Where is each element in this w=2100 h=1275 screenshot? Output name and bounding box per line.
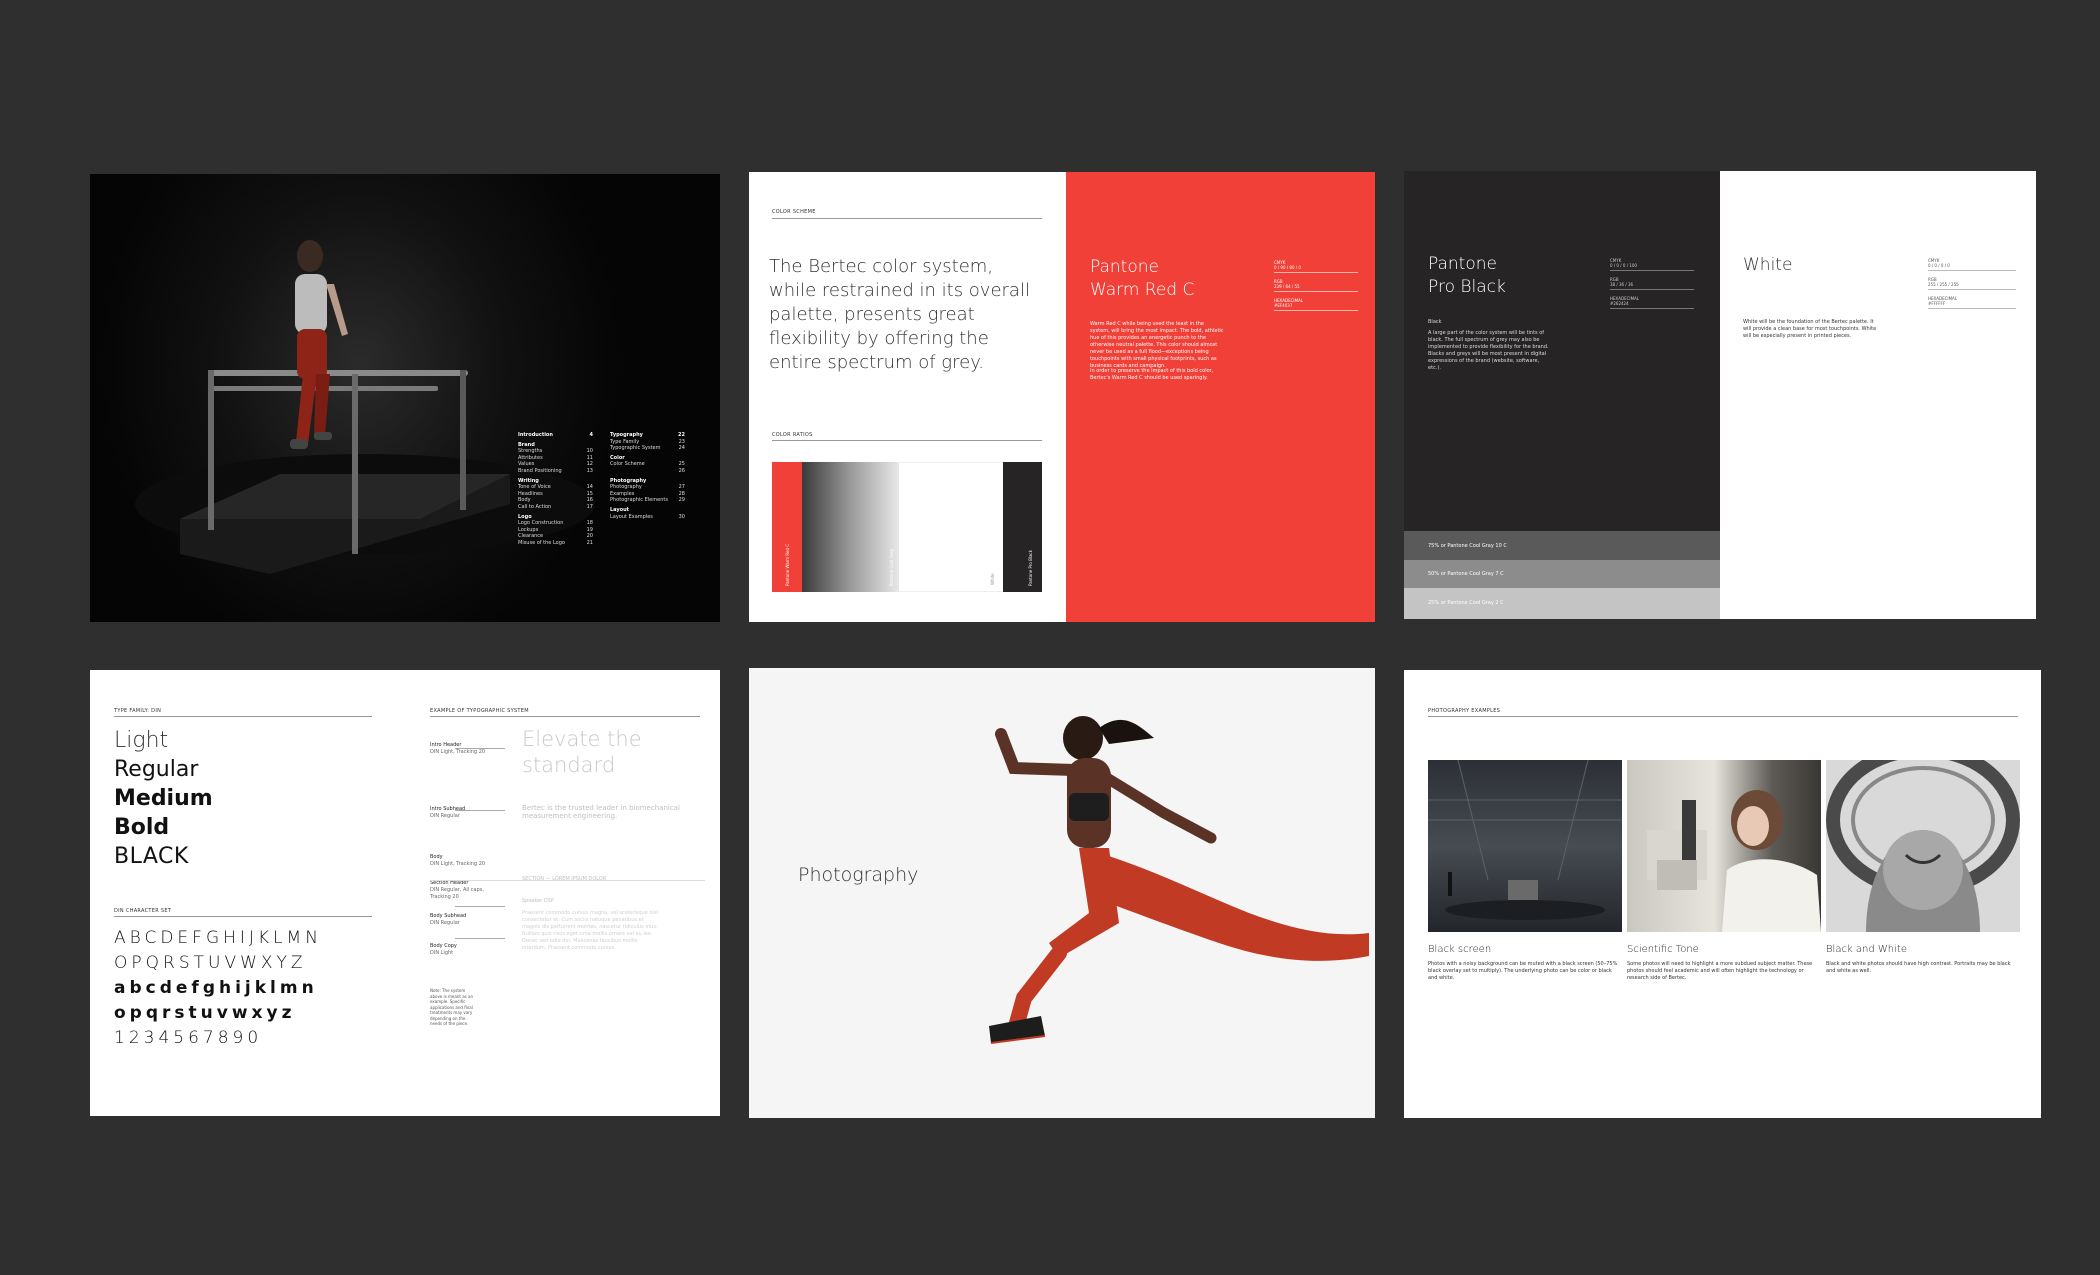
toc-item[interactable]: Attributes 11 — [518, 455, 593, 462]
warm-red-panel: Pantone Warm Red C Warm Red C while bein… — [1066, 172, 1375, 622]
toc-item[interactable]: Layout — [610, 507, 685, 514]
toc-item[interactable]: Brand Positioning 13 — [518, 468, 593, 475]
toc-item[interactable]: Logo Construction 18 — [518, 520, 593, 527]
white-spec-list: CMYK 0 / 0 / 0 / 0 RGB 255 / 255 / 255 H… — [1928, 258, 2016, 309]
swatch-red: Pantone Warm Red C — [772, 462, 802, 592]
treadmill-athlete-photo — [135, 240, 595, 574]
section-label: COLOR SCHEME — [772, 209, 816, 215]
divider — [772, 218, 1042, 219]
toc-item[interactable]: Photography — [610, 478, 685, 485]
toc-item[interactable]: Strengths 10 — [518, 448, 593, 455]
section-label: TYPE FAMILY: DIN — [114, 708, 162, 714]
toc-item[interactable]: Call to Action 17 — [518, 504, 593, 511]
connector — [455, 810, 505, 811]
toc-item[interactable]: Logo — [518, 514, 593, 521]
toc-column-1: Introduction 4 Brand Strengths 10 Attribut… — [518, 432, 593, 547]
red-body-2: In order to preserve the impact of this … — [1090, 368, 1214, 381]
toc-item[interactable]: Misuse of the Logo 21 — [518, 540, 593, 547]
black-screen-photo — [1428, 759, 1622, 932]
divider — [772, 440, 1042, 441]
intro-statement: The Bertec color system, while restraine… — [769, 256, 1030, 373]
color-scheme-page: COLOR SCHEME The Bertec color system, wh… — [749, 172, 1375, 622]
system-row-labels: Intro Header DIN Light, Tracking 20 Intr… — [430, 742, 486, 956]
typography-page: TYPE FAMILY: DIN Light Regular Medium Bo… — [90, 670, 720, 1116]
toc-item[interactable]: Type Family 23 — [610, 439, 685, 446]
microscope-scene — [1647, 790, 1821, 932]
toc-item[interactable]: Photography 27 — [610, 484, 685, 491]
black-spec-list: CMYK 0 / 0 / 0 / 100 RGB 38 / 36 / 36 HE… — [1610, 258, 1694, 309]
photography-divider-page: Photography — [749, 668, 1375, 1118]
red-spec-list: CMYK 0 / 90 / 80 / 0 RGB 239 / 64 / 55 H… — [1274, 260, 1358, 311]
black-and-white-photo — [1826, 743, 2020, 932]
system-note: Note: The system above is meant as an ex… — [430, 988, 473, 1026]
toc-column-2: Typography 22 Type Family 23 Typographic S… — [610, 432, 685, 520]
charset: ABCDEFGHIJKLMN OPQRSTUVWXYZ abcdefghijkl… — [114, 928, 322, 1048]
charset-label: DIN CHARACTER SET — [114, 908, 172, 914]
toc-item[interactable]: Body 16 — [518, 497, 593, 504]
example-header: Elevate the standard — [522, 727, 642, 777]
toc-item[interactable]: 26 — [610, 468, 685, 475]
red-title: Pantone Warm Red C — [1090, 257, 1195, 300]
swatch-grey: Pantone Cool Grey — [802, 462, 899, 592]
divider — [114, 716, 372, 717]
black-sub: Black — [1428, 319, 1442, 325]
toc-item[interactable]: Color — [610, 455, 685, 462]
ratios-label: COLOR RATIOS — [772, 432, 813, 438]
toc-item[interactable]: Photographic Elements 29 — [610, 497, 685, 504]
tint-50: 50% or Pantone Cool Gray 7 C — [1404, 560, 1720, 588]
pro-black-page: Pantone Pro Black Black A large part of … — [1404, 171, 2036, 619]
white-body: White will be the foundation of the Bert… — [1743, 319, 1877, 339]
example-body: Praesent commodo cursus magna, vel scele… — [522, 910, 658, 951]
scientific-tone-photo — [1627, 760, 1821, 932]
tint-75: 75% or Pantone Cool Gray 10 C — [1404, 531, 1720, 560]
sprinter-photo — [989, 716, 1369, 1044]
example-subhead: Bertec is the trusted leader in biomecha… — [522, 804, 680, 820]
divider — [1428, 716, 2018, 717]
red-body: Warm Red C while being used the least in… — [1090, 321, 1224, 369]
toc-item[interactable]: Lockups 19 — [518, 527, 593, 534]
system-label: EXAMPLE OF TYPOGRAPHIC SYSTEM — [430, 708, 529, 714]
cover-page: Introduction 4 Brand Strengths 10 Attribut… — [90, 174, 720, 622]
white-title: White — [1743, 255, 1793, 275]
connector — [455, 748, 505, 749]
toc-item[interactable]: Clearance 20 — [518, 533, 593, 540]
divider — [114, 916, 372, 917]
toc-item[interactable]: Color Scheme 25 — [610, 461, 685, 468]
toc-item[interactable]: Tone of Voice 14 — [518, 484, 593, 491]
example-section: SECTION — LOREM IPSUM DOLOR — [522, 876, 607, 882]
toc-item[interactable]: Typography 22 — [610, 432, 685, 439]
divider — [430, 716, 700, 717]
toc-item[interactable]: Layout Examples 30 — [610, 514, 685, 521]
toc-item[interactable]: Values 12 — [518, 461, 593, 468]
warehouse-scene — [1428, 759, 1622, 920]
toc-item[interactable]: Examples 28 — [610, 491, 685, 498]
black-body: A large part of the color system will be… — [1428, 330, 1549, 371]
connector — [455, 938, 505, 939]
toc-item[interactable]: Headlines 15 — [518, 491, 593, 498]
photo-example-1: Black screen Photos with a noisy backgro… — [1428, 944, 1618, 981]
photography-examples-page: PHOTOGRAPHY EXAMPLES Black screen Photos… — [1404, 670, 2041, 1118]
swatch-black: Pantone Pro Black — [1003, 462, 1042, 592]
connector — [455, 906, 505, 907]
toc-item[interactable]: Introduction 4 — [518, 432, 593, 439]
photo-example-2: Scientific Tone Some photos will need to… — [1627, 944, 1813, 981]
weight-list: Light Regular Medium Bold BLACK — [114, 728, 213, 869]
example-body-subhead: Speaker DSP — [522, 898, 554, 904]
swatch-white: White — [899, 462, 1003, 592]
tint-25: 25% or Pantone Cool Gray 2 C — [1404, 588, 1720, 619]
toc-item[interactable]: Typographic System 24 — [610, 445, 685, 452]
photography-title: Photography — [798, 864, 919, 886]
bw-portrait — [1826, 743, 2020, 932]
color-ratio-bar: Pantone Warm Red C Pantone Cool Grey Whi… — [772, 462, 1042, 592]
black-title: Pantone Pro Black — [1428, 254, 1506, 297]
section-label: PHOTOGRAPHY EXAMPLES — [1428, 708, 1501, 714]
photo-example-3: Black and White Black and white photos s… — [1826, 944, 2011, 974]
black-panel: Pantone Pro Black Black A large part of … — [1404, 171, 1720, 531]
toc-item[interactable]: Writing — [518, 478, 593, 485]
toc-item[interactable]: Brand — [518, 442, 593, 449]
